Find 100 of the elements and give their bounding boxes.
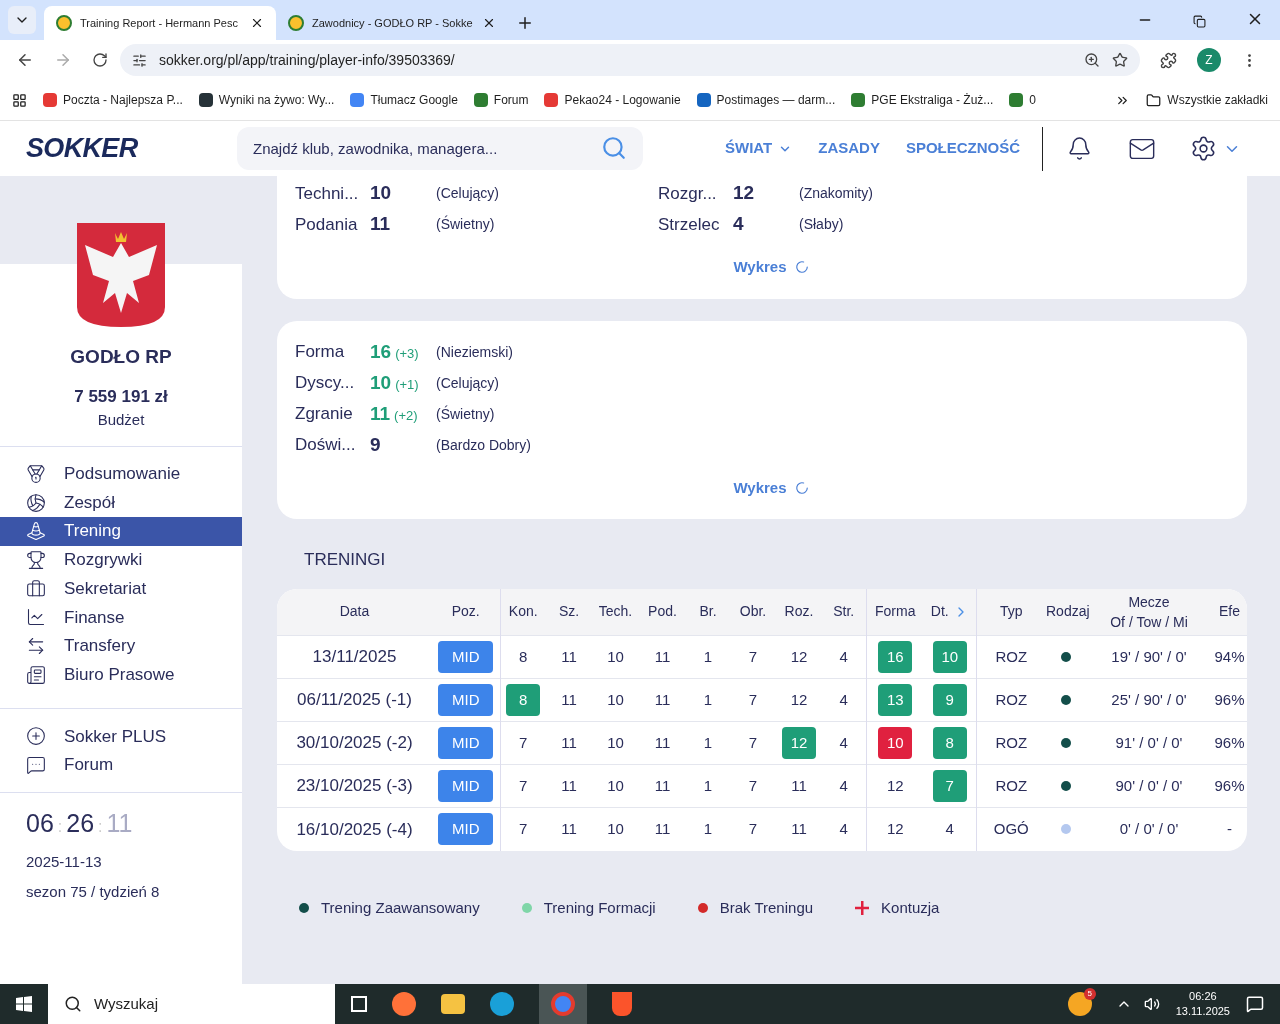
browser-tab[interactable]: Zawodnicy - GODŁO RP - Sokke — [276, 6, 508, 40]
skill-label: Rozgr... — [658, 182, 718, 205]
favicon-icon — [56, 15, 72, 31]
zoom-icon[interactable] — [1084, 52, 1100, 68]
close-icon[interactable] — [482, 16, 496, 30]
skill-label: Forma — [295, 341, 346, 364]
position-badge: MID — [438, 641, 494, 673]
skill-value: 9 — [370, 432, 381, 457]
table-cell: OGÓ — [993, 820, 1029, 837]
nav-link[interactable]: ZASADY — [818, 137, 880, 160]
restore-icon[interactable] — [1193, 15, 1206, 28]
app-icon[interactable] — [490, 992, 514, 1016]
table-cell: 11 — [654, 820, 671, 837]
apps-icon[interactable] — [12, 92, 27, 108]
app-icon[interactable] — [612, 992, 632, 1016]
sidebar-item[interactable]: Transfery — [0, 631, 242, 661]
table-cell: 25' / 90' / 0' — [1111, 690, 1187, 708]
star-icon[interactable] — [1112, 52, 1128, 68]
table-cell: 1 — [703, 820, 713, 837]
sidebar-item[interactable]: Biuro Prasowe — [0, 660, 242, 689]
value-badge: 10 — [878, 727, 913, 759]
table-cell: 7 — [748, 733, 758, 751]
windows-logo-icon[interactable] — [16, 996, 32, 1012]
browser-tab[interactable]: Training Report - Hermann Pesc — [44, 6, 276, 40]
bookmark[interactable]: Wyniki na żywo: Wy... — [198, 91, 335, 109]
column-header: Dt. — [930, 602, 949, 622]
tab-list-button[interactable] — [8, 6, 36, 34]
skill-description: (Znakomity) — [799, 184, 873, 203]
bookmark[interactable]: 0 — [1009, 91, 1037, 109]
profile-avatar[interactable]: Z — [1197, 48, 1221, 72]
favicon-icon — [198, 93, 213, 107]
bookmark-folder[interactable]: Wszystkie zakładki — [1146, 91, 1268, 109]
bookmark[interactable]: Tłumacz Google — [350, 91, 458, 109]
trophy-icon — [26, 549, 46, 570]
sidebar-item[interactable]: Sekretariat — [0, 574, 242, 603]
address-bar[interactable]: sokker.org/pl/app/training/player-info/39503369/ — [120, 44, 1140, 76]
logo[interactable]: SOKKER — [26, 128, 237, 169]
skill-description: (Celujący) — [436, 184, 499, 203]
sidebar-item[interactable]: Trening — [0, 516, 242, 546]
favicon-icon — [43, 93, 57, 107]
clock-separator: : — [98, 817, 103, 838]
date-cell: 23/10/2025 (-3) — [296, 776, 413, 796]
bookmark[interactable]: Forum — [473, 91, 529, 109]
table-cell: 11 — [561, 647, 577, 665]
date-cell: 13/11/2025 — [312, 647, 397, 667]
volume-icon[interactable] — [1143, 996, 1160, 1012]
tab-title: Training Report - Hermann Pesc — [80, 15, 239, 31]
folder-icon — [1146, 92, 1162, 108]
sidebar-item[interactable]: Finanse — [0, 602, 242, 632]
new-tab-icon[interactable] — [516, 14, 534, 32]
skill-label: Techni... — [295, 182, 360, 205]
weather-icon[interactable] — [1067, 992, 1092, 1016]
sidebar-item[interactable]: Rozgrywki — [0, 545, 242, 575]
favicon-icon — [544, 93, 559, 107]
table-cell: 4 — [839, 647, 848, 665]
table-cell: 12 — [790, 647, 808, 665]
sidebar-item[interactable]: Podsumowanie — [0, 459, 242, 489]
date-cell: 06/11/2025 (-1) — [297, 690, 412, 710]
extensions-icon[interactable] — [1160, 51, 1177, 69]
search-field[interactable]: Znajdź klub, zawodnika, managera... — [237, 127, 643, 170]
column-header: Typ — [999, 603, 1023, 620]
chart-link[interactable]: Wykres — [733, 256, 809, 279]
back-icon[interactable] — [16, 51, 34, 69]
table-cell: 11 — [791, 820, 807, 837]
sidebar-item[interactable]: Zespół — [0, 488, 242, 517]
sidebar-item[interactable]: Forum — [0, 750, 242, 780]
reload-icon[interactable] — [92, 52, 108, 68]
bookmark[interactable]: Postimages — darm... — [696, 91, 836, 109]
bookmark[interactable]: PGE Ekstraliga - Żuż... — [851, 91, 994, 109]
column-header: Str. — [833, 603, 855, 620]
table-cell: 11 — [561, 690, 577, 708]
skill-description: (Bardzo Dobry) — [436, 435, 531, 455]
column-header: Br. — [699, 603, 717, 620]
table-cell: ROZ — [995, 647, 1028, 665]
table-cell: 1 — [703, 690, 713, 708]
close-icon[interactable] — [250, 16, 264, 30]
chart-link[interactable]: Wykres — [733, 476, 809, 499]
table-cell: 4 — [839, 690, 848, 708]
column-header: Efe — [1219, 603, 1240, 620]
sidebar-item[interactable]: Sokker PLUS — [0, 722, 242, 751]
skill-value: 12 — [733, 181, 756, 206]
position-badge: MID — [438, 770, 494, 802]
notifications-icon[interactable] — [1246, 995, 1264, 1013]
skill-description: (Nieziemski) — [436, 342, 513, 362]
table-cell: 10 — [607, 647, 624, 665]
site-info-icon[interactable] — [132, 52, 147, 68]
task-view-icon[interactable] — [351, 996, 367, 1012]
bookmark[interactable]: Poczta - Najlepsza P... — [43, 91, 183, 109]
nav-link[interactable]: SPOŁECZNOŚĆ — [905, 137, 1021, 160]
search-icon[interactable] — [601, 135, 627, 161]
table-cell: 11 — [561, 820, 577, 837]
nav-link[interactable]: ŚWIAT — [725, 137, 793, 160]
bookmark[interactable]: Pekao24 - Logowanie — [544, 91, 681, 109]
folder-icon[interactable] — [441, 994, 465, 1014]
skill-label: Dyscy... — [295, 372, 356, 395]
season-text: sezon 75 / tydzień 8 — [26, 882, 161, 903]
bell-icon[interactable] — [1067, 136, 1093, 161]
app-icon[interactable] — [392, 992, 416, 1016]
skill-label: Zgranie — [295, 403, 354, 426]
taskbar-search[interactable]: Wyszukaj — [48, 984, 335, 1024]
